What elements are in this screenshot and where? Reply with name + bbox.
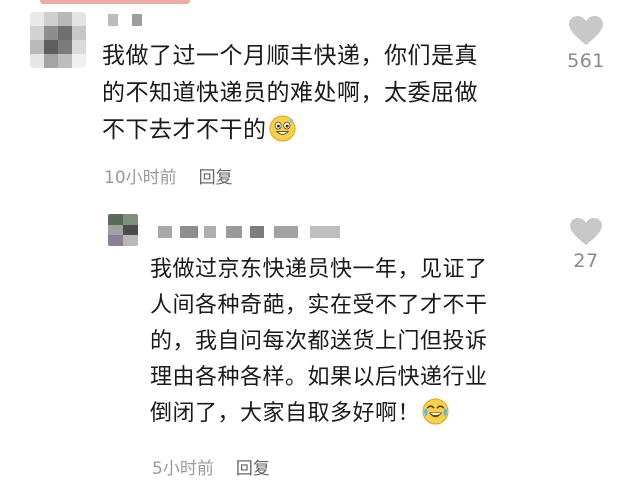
comment-meta: 10小时前 回复 [104,163,233,188]
username[interactable] [108,14,142,26]
comment-line: 人间各种奇葩，实在受不了才不干 [150,293,488,318]
username[interactable] [158,226,340,238]
comment-line: 的，我自问每次都送货上门但投诉 [150,329,488,354]
grinning-sweat-emoji-icon [268,115,296,142]
heart-icon [570,218,602,246]
reply-button[interactable]: 回复 [236,459,270,479]
heart-icon [569,16,603,45]
comment-text: 我做过京东快递员快一年，见证了 人间各种奇葩，实在受不了才不干 的，我自问每次都… [150,252,488,432]
timestamp: 10小时前 [104,168,177,188]
like-count: 561 [567,50,605,72]
comment-line: 不下去才不干的 [102,117,267,143]
like-button[interactable]: 561 [563,16,609,72]
top-divider-strip [40,0,190,4]
comment-text: 我做了过一个月顺丰快递，你们是真 的不知道快递员的难处啊，太委屈做 不下去才不干… [102,38,478,149]
comment-line: 理由各种各样。如果以后快递行业 [150,365,488,390]
comment-line: 我做过京东快递员快一年，见证了 [150,257,488,282]
crying-laughing-emoji-icon [422,398,449,425]
timestamp: 5小时前 [152,459,214,479]
like-count: 27 [573,250,599,272]
comment-line: 我做了过一个月顺丰快递，你们是真 [102,43,478,69]
comment-line: 倒闭了，大家自取多好啊！ [150,401,421,426]
comment-meta: 5小时前 回复 [152,454,270,479]
like-button[interactable]: 27 [565,218,607,272]
avatar[interactable] [108,214,138,246]
avatar[interactable] [30,12,86,68]
comment-line: 的不知道快递员的难处啊，太委屈做 [102,80,478,106]
reply-button[interactable]: 回复 [199,168,233,188]
